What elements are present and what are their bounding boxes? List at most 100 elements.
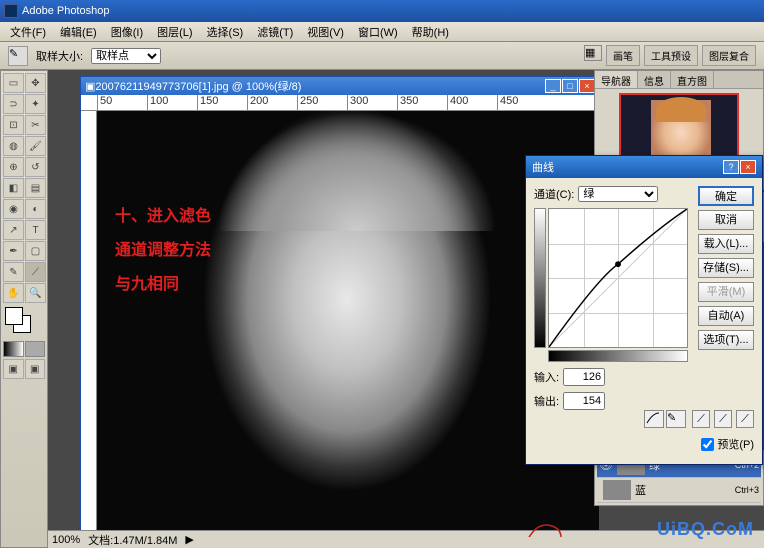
auto-button[interactable]: 自动(A)	[698, 306, 754, 326]
channel-row-blue[interactable]: 蓝 Ctrl+3	[597, 478, 761, 503]
channel-thumb	[603, 480, 631, 500]
menubar: 文件(F) 编辑(E) 图像(I) 图层(L) 选择(S) 滤镜(T) 视图(V…	[0, 22, 764, 42]
filesize-info: 文档:1.47M/1.84M	[88, 532, 177, 548]
maximize-button[interactable]: □	[562, 79, 578, 93]
cancel-button[interactable]: 取消	[698, 210, 754, 230]
watermark: UiBQ.CoM	[657, 519, 754, 540]
smooth-button: 平滑(M)	[698, 282, 754, 302]
tool-marquee[interactable]: ▭	[3, 73, 24, 93]
screen-full[interactable]: ▣	[25, 359, 46, 379]
app-title: Adobe Photoshop	[22, 5, 109, 17]
dialog-titlebar[interactable]: 曲线 ? ×	[526, 156, 762, 178]
tool-move[interactable]: ✥	[25, 73, 46, 93]
preview-checkbox[interactable]	[701, 438, 714, 451]
tool-hand[interactable]: ✋	[3, 283, 24, 303]
tool-lasso[interactable]: ⊃	[3, 94, 24, 114]
tab-layercomps[interactable]: 图层复合	[702, 45, 756, 66]
close-button[interactable]: ×	[579, 79, 595, 93]
tool-stamp[interactable]: ⊕	[3, 157, 24, 177]
menu-file[interactable]: 文件(F)	[4, 22, 52, 42]
tool-shape[interactable]: ▢	[25, 241, 46, 261]
help-button[interactable]: ?	[723, 160, 739, 174]
tool-gradient[interactable]: ▤	[25, 178, 46, 198]
tool-heal[interactable]: ◍	[3, 136, 24, 156]
curve-point-tool[interactable]	[644, 410, 664, 428]
curve-line[interactable]	[549, 209, 687, 347]
tool-pen[interactable]: ✒	[3, 241, 24, 261]
curve-pencil-tool[interactable]: ✎	[666, 410, 686, 428]
annotation-line2: 通道调整方法	[115, 237, 211, 265]
options-bar: ✎ 取样大小: 取样点 ▦ 画笔 工具预设 图层复合	[0, 42, 764, 70]
ps-icon	[4, 4, 18, 18]
canvas[interactable]: 十、进入滤色 通道调整方法 与九相同 Scan	[97, 111, 599, 537]
output-value[interactable]	[563, 392, 605, 410]
input-label: 输入:	[534, 369, 559, 385]
tab-navigator[interactable]: 导航器	[595, 71, 638, 88]
preview-label: 预览(P)	[717, 436, 754, 452]
tool-eraser[interactable]: ◧	[3, 178, 24, 198]
annotation-line1: 十、进入滤色	[115, 203, 211, 231]
screen-standard[interactable]: ▣	[3, 359, 24, 379]
menu-window[interactable]: 窗口(W)	[352, 22, 404, 42]
options-button[interactable]: 选项(T)...	[698, 330, 754, 350]
menu-layer[interactable]: 图层(L)	[151, 22, 198, 42]
sample-size-label: 取样大小:	[36, 48, 83, 64]
menu-view[interactable]: 视图(V)	[301, 22, 350, 42]
tab-brushes[interactable]: 画笔	[606, 45, 640, 66]
menu-select[interactable]: 选择(S)	[201, 22, 250, 42]
zoom-level[interactable]: 100%	[52, 534, 80, 546]
palette-well-icon[interactable]: ▦	[584, 45, 602, 61]
tab-histogram[interactable]: 直方图	[671, 71, 714, 88]
tool-notes[interactable]: ✎	[3, 262, 24, 282]
output-label: 输出:	[534, 393, 559, 409]
scan-watermark: Scan	[517, 511, 577, 537]
tool-type[interactable]: T	[25, 220, 46, 240]
document-title: 20076211949773706[1].jpg @ 100%(绿/8)	[95, 78, 301, 94]
tool-crop[interactable]: ⊡	[3, 115, 24, 135]
foreground-color[interactable]	[5, 307, 23, 325]
status-arrow-icon[interactable]: ▶	[185, 533, 193, 546]
output-gradient	[534, 208, 546, 348]
tool-dodge[interactable]: ◐	[25, 199, 46, 219]
save-button[interactable]: 存储(S)...	[698, 258, 754, 278]
ps-doc-icon: ▣	[85, 80, 95, 93]
menu-edit[interactable]: 编辑(E)	[54, 22, 103, 42]
tool-zoom[interactable]: 🔍	[25, 283, 46, 303]
document-titlebar[interactable]: ▣ 20076211949773706[1].jpg @ 100%(绿/8) _…	[81, 77, 599, 95]
curves-dialog: 曲线 ? × 通道(C): 绿 输入:	[525, 155, 763, 465]
color-swatches[interactable]	[3, 307, 45, 337]
channel-label: 通道(C):	[534, 186, 574, 202]
ok-button[interactable]: 确定	[698, 186, 754, 206]
input-gradient	[548, 350, 688, 362]
black-point-eyedropper[interactable]: ⟋	[692, 410, 710, 428]
menu-help[interactable]: 帮助(H)	[406, 22, 455, 42]
tool-brush[interactable]: 🖌	[25, 136, 46, 156]
curve-grid[interactable]	[548, 208, 688, 348]
eyedropper-icon: ✎	[8, 46, 28, 66]
tool-history[interactable]: ↺	[25, 157, 46, 177]
sample-size-select[interactable]: 取样点	[91, 48, 161, 64]
load-button[interactable]: 载入(L)...	[698, 234, 754, 254]
tool-slice[interactable]: ✂	[25, 115, 46, 135]
ruler-horizontal: 50100150200250300350400450	[81, 95, 599, 111]
tool-wand[interactable]: ✦	[25, 94, 46, 114]
tool-eyedropper[interactable]: ⟋	[25, 262, 46, 282]
gray-point-eyedropper[interactable]: ⟋	[714, 410, 732, 428]
menu-filter[interactable]: 滤镜(T)	[251, 22, 299, 42]
quickmask-off[interactable]	[3, 341, 24, 357]
curve-point[interactable]	[615, 261, 621, 267]
channel-select[interactable]: 绿	[578, 186, 658, 202]
tab-presets[interactable]: 工具预设	[644, 45, 698, 66]
quickmask-on[interactable]	[25, 341, 46, 357]
tool-blur[interactable]: ◉	[3, 199, 24, 219]
dialog-title: 曲线	[532, 159, 554, 175]
app-titlebar: Adobe Photoshop	[0, 0, 764, 22]
white-point-eyedropper[interactable]: ⟋	[736, 410, 754, 428]
tab-info[interactable]: 信息	[638, 71, 671, 88]
tool-path[interactable]: ↗	[3, 220, 24, 240]
minimize-button[interactable]: _	[545, 79, 561, 93]
ruler-vertical	[81, 111, 97, 537]
input-value[interactable]	[563, 368, 605, 386]
dialog-close-button[interactable]: ×	[740, 160, 756, 174]
menu-image[interactable]: 图像(I)	[105, 22, 149, 42]
